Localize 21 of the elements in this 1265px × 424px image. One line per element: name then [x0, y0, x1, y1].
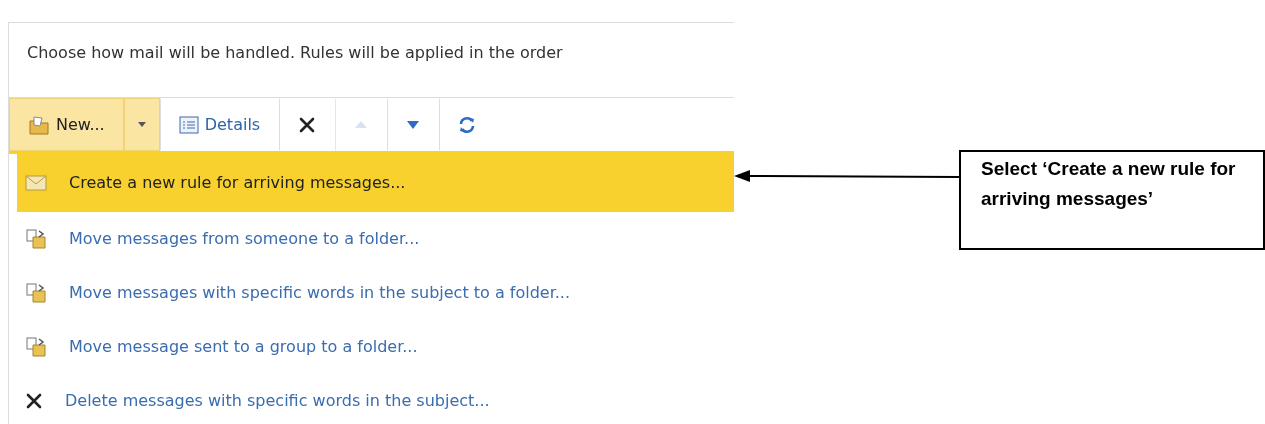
- details-list-icon: [178, 115, 199, 134]
- menu-item[interactable]: Move messages from someone to a folder...: [17, 212, 734, 266]
- caret-icon: [137, 122, 146, 127]
- envelope-icon: [25, 175, 47, 191]
- caret-button[interactable]: [123, 98, 160, 151]
- delete-icon: [298, 115, 317, 134]
- new-button[interactable]: New...: [9, 98, 124, 151]
- folder-move-icon: [25, 336, 47, 358]
- menu-item[interactable]: Delete messages with specific words in the subject...: [17, 374, 734, 424]
- menu-item[interactable]: Create a new rule for arriving messages...: [17, 154, 734, 212]
- callout-text: Select ‘Create a new rule for arriving messages’: [981, 157, 1237, 211]
- menu-item[interactable]: Move messages with specific words in the subject to a folder...: [17, 266, 734, 320]
- down-arrow-icon: [406, 118, 421, 131]
- refresh-icon: [458, 115, 477, 134]
- up-arrow-icon: [354, 119, 369, 130]
- delete-icon: [25, 392, 43, 410]
- folder-move-icon: [25, 282, 47, 304]
- folder-move-icon: [25, 228, 47, 250]
- folder-icon: [28, 114, 50, 135]
- menu-item[interactable]: Move message sent to a group to a folder...: [17, 320, 734, 374]
- rules-description: Choose how mail will be handled. Rules will be applied in the order: [26, 42, 564, 64]
